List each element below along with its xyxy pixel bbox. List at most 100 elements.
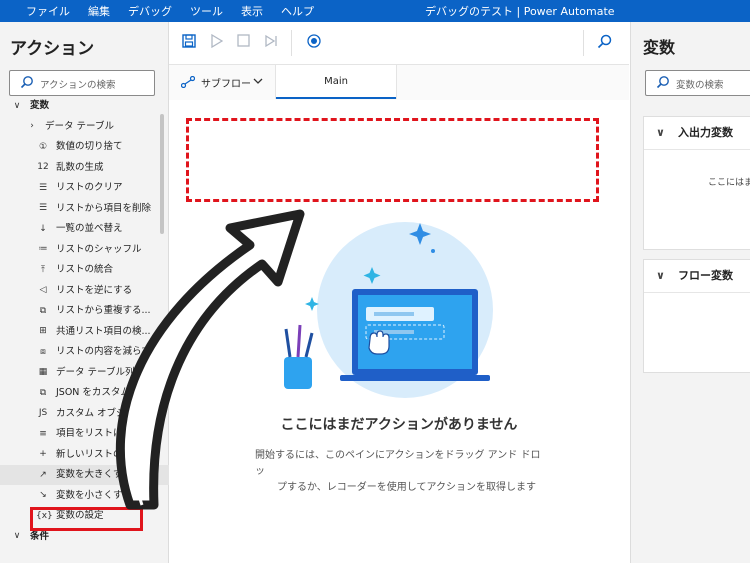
action-item[interactable]: › データ テーブル	[25, 117, 160, 137]
empty-state-description: 開始するには、このペインにアクションをドラッグ アンド ドロッ プするか、レコー…	[255, 448, 545, 496]
variables-search-input[interactable]: 変数の検索	[645, 70, 750, 96]
search-icon	[20, 76, 33, 89]
action-item[interactable]: ⧈ リストの内容を減らす	[36, 342, 160, 362]
action-item-label: リストのシャッフル	[56, 243, 142, 255]
action-item-label: リストから項目を削除	[56, 202, 152, 214]
new-list-icon: +	[39, 449, 47, 459]
action-item[interactable]: ↓ 一覧の並べ替え	[36, 219, 160, 239]
action-item[interactable]: ☰ リストのクリア	[36, 178, 160, 198]
action-item[interactable]: JS カスタム オブジェク...	[36, 404, 160, 424]
actions-scrollbar[interactable]	[160, 114, 164, 234]
run-icon[interactable]	[211, 33, 224, 52]
action-item-label: 変数を小さくする	[56, 489, 133, 501]
sort-list-icon: ↓	[39, 223, 47, 234]
flow-variables-header[interactable]: ∨ フロー変数	[644, 260, 750, 293]
actions-search-input[interactable]: アクションの検索	[9, 70, 155, 96]
empty-state-line-2: プするか、レコーダーを使用してアクションを取得します	[277, 482, 536, 493]
empty-state-title: ここにはまだアクションがありません	[280, 417, 518, 433]
io-variables-empty-text: ここにはま	[708, 178, 750, 188]
action-item-label: リストを逆にする	[56, 284, 133, 296]
merge-list-icon: ⤒	[41, 264, 45, 275]
action-item-label: リストの統合	[56, 264, 114, 275]
stop-icon[interactable]	[237, 34, 250, 51]
action-item-label: 変数を大きくする	[56, 469, 133, 480]
menu-debug[interactable]: デバッグ	[128, 3, 172, 19]
custom-object-icon: JS	[38, 408, 48, 418]
action-item-label: リストから重複する...	[56, 305, 151, 316]
menu-items: ファイル 編集 デバッグ ツール 表示 ヘルプ	[26, 3, 314, 19]
decrease-variable-icon: ↘	[39, 490, 47, 500]
action-item-label: 共通リスト項目の検...	[56, 325, 151, 337]
io-variables-header[interactable]: ∨ 入出力変数	[644, 117, 750, 150]
action-item[interactable]: ◁ リストを逆にする	[36, 281, 160, 301]
tab-main[interactable]: Main	[276, 65, 397, 99]
tab-main-label: Main	[324, 76, 348, 87]
action-item[interactable]: ⧉ JSON をカスタム オ...	[36, 383, 160, 403]
json-icon: ⧉	[39, 387, 47, 398]
action-item-label: 変数	[30, 100, 50, 111]
toolbar-divider-right	[583, 30, 584, 56]
action-item[interactable]: ☰ リストから項目を削除	[36, 199, 160, 219]
action-item[interactable]: ⤒ リストの統合	[36, 260, 160, 280]
variables-pane-title: 変数	[643, 38, 676, 57]
menu-bar: ファイル 編集 デバッグ ツール 表示 ヘルプ デバッグのテスト | Power…	[0, 0, 750, 22]
flow-toolbar	[169, 22, 629, 64]
menu-tools[interactable]: ツール	[190, 3, 223, 19]
variables-search-placeholder: 変数の検索	[676, 80, 724, 91]
random-number-icon: 12	[37, 162, 49, 172]
reverse-list-icon: ◁	[39, 285, 47, 295]
window-title: デバッグのテスト | Power Automate	[425, 5, 615, 18]
action-item-label: 数値の切り捨て	[56, 141, 123, 152]
io-variables-card: ∨ 入出力変数 ここにはま	[643, 116, 750, 250]
add-item-icon: ≡	[39, 428, 47, 439]
remove-list-item-icon: ☰	[38, 203, 48, 213]
action-item-label: 一覧の並べ替え	[56, 223, 123, 234]
action-item[interactable]: + 新しいリストの作成	[36, 445, 160, 465]
action-item[interactable]: ≡ 項目をリストに追加	[36, 424, 160, 444]
menu-edit[interactable]: 編集	[88, 3, 110, 19]
action-item-label: JSON をカスタム オ...	[56, 387, 152, 398]
action-item[interactable]: ↘ 変数を小さくする	[36, 486, 160, 506]
action-item[interactable]: ▦ データ テーブル列を...	[36, 363, 160, 383]
menu-file[interactable]: ファイル	[26, 3, 70, 19]
flow-tabs: サブフロー Main	[169, 64, 629, 101]
action-item-label: 乱数の生成	[56, 161, 104, 173]
set-variable-highlight-box	[30, 507, 143, 531]
action-item[interactable]: ⊞ 共通リスト項目の検...	[36, 322, 160, 342]
search-icon	[656, 76, 669, 89]
round-number-icon: ①	[38, 141, 48, 152]
toolbar-divider	[291, 30, 292, 56]
action-item[interactable]: ∨ 変数	[10, 96, 160, 116]
empty-state-illustration	[284, 222, 493, 398]
chevron-down-icon: ∨	[656, 126, 665, 139]
menu-help[interactable]: ヘルプ	[281, 3, 314, 19]
chevron-right-icon: ›	[30, 121, 34, 131]
save-icon[interactable]	[182, 34, 196, 52]
action-item[interactable]: 12 乱数の生成	[36, 158, 160, 178]
subflow-icon	[181, 76, 195, 88]
chevron-down-icon: ∨	[656, 269, 665, 282]
shuffle-list-icon: ≔	[38, 244, 48, 254]
action-item[interactable]: ↗ 変数を大きくする	[0, 465, 196, 485]
search-flow-icon[interactable]	[597, 34, 612, 53]
action-item[interactable]: ① 数値の切り捨て	[36, 137, 160, 157]
action-item[interactable]: ⧉ リストから重複する...	[36, 301, 160, 321]
drop-target-highlight-box	[186, 118, 599, 202]
action-item[interactable]: ≔ リストのシャッフル	[36, 240, 160, 260]
menu-view[interactable]: 表示	[241, 3, 263, 19]
record-icon[interactable]	[307, 34, 321, 52]
actions-pane-title: アクション	[10, 39, 95, 59]
action-item-label: データ テーブル列を...	[56, 366, 154, 378]
tab-main-underline	[276, 97, 396, 99]
action-item-label: リストの内容を減らす	[56, 346, 151, 357]
step-icon[interactable]	[264, 34, 278, 52]
io-variables-title: 入出力変数	[678, 126, 733, 139]
flow-variables-title: フロー変数	[678, 269, 733, 282]
subtract-list-icon: ⧈	[40, 346, 46, 357]
action-item-label: カスタム オブジェク...	[56, 407, 154, 419]
empty-state-line-1: 開始するには、このペインにアクションをドラッグ アンド ドロッ	[255, 450, 541, 477]
tab-subflow[interactable]: サブフロー	[169, 65, 276, 99]
datatable-column-icon: ▦	[38, 367, 48, 377]
action-item-label: リストのクリア	[56, 182, 123, 193]
chevron-down-icon: ∨	[13, 531, 21, 541]
